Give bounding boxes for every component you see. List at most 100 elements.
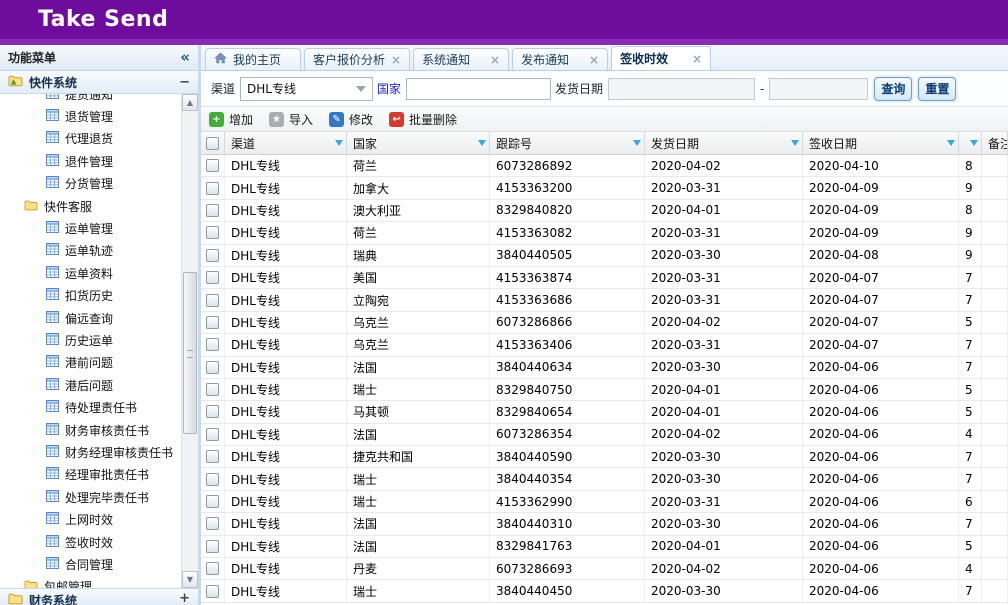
sidebar-item[interactable]: 退货管理: [0, 105, 181, 127]
table-row[interactable]: DHL专线立陶宛41533636862020-03-312020-04-077: [201, 289, 1008, 311]
table-row[interactable]: DHL专线法国60732863542020-04-022020-04-064: [201, 424, 1008, 446]
sidebar-item[interactable]: 提货通知: [0, 94, 181, 105]
channel-select[interactable]: DHL专线: [240, 77, 373, 101]
row-checkbox[interactable]: [206, 540, 219, 553]
row-checkbox[interactable]: [206, 495, 219, 508]
row-checkbox[interactable]: [206, 159, 219, 172]
table-row[interactable]: DHL专线荷兰60732868922020-04-022020-04-108: [201, 155, 1008, 177]
collapse-sidebar-icon[interactable]: «: [180, 50, 190, 65]
tab[interactable]: 发布通知×: [512, 48, 608, 70]
sidebar-item[interactable]: 港后问题: [0, 374, 181, 396]
column-header-tracking[interactable]: 跟踪号: [490, 132, 645, 154]
table-row[interactable]: DHL专线瑞士38404404502020-03-302020-04-067: [201, 580, 1008, 602]
sidebar-item[interactable]: 签收时效: [0, 531, 181, 553]
sidebar-item[interactable]: 扣货历史: [0, 285, 181, 307]
row-checkbox[interactable]: [206, 249, 219, 262]
sidebar-item[interactable]: 偏远查询: [0, 307, 181, 329]
column-header-select[interactable]: [201, 132, 225, 154]
row-checkbox[interactable]: [206, 204, 219, 217]
import-button[interactable]: ★导入: [269, 111, 313, 128]
table-row[interactable]: DHL专线法国38404403102020-03-302020-04-067: [201, 513, 1008, 535]
row-checkbox[interactable]: [206, 271, 219, 284]
date-to-input[interactable]: [769, 78, 868, 100]
country-input[interactable]: [406, 78, 551, 100]
scrollbar-up-button[interactable]: ▲: [182, 94, 198, 111]
table-row[interactable]: DHL专线捷克共和国38404405902020-03-302020-04-06…: [201, 446, 1008, 468]
edit-button[interactable]: ✎修改: [329, 111, 373, 128]
filter-icon[interactable]: [970, 140, 978, 146]
table-row[interactable]: DHL专线荷兰41533630822020-03-312020-04-099: [201, 222, 1008, 244]
row-checkbox[interactable]: [206, 450, 219, 463]
filter-icon[interactable]: [335, 140, 343, 146]
filter-icon[interactable]: [478, 140, 486, 146]
tab[interactable]: 我的主页: [205, 48, 301, 70]
sidebar-item[interactable]: 运单管理: [0, 217, 181, 239]
sidebar-item[interactable]: 包邮管理: [0, 576, 181, 588]
sidebar-item[interactable]: 合同管理: [0, 553, 181, 575]
table-row[interactable]: DHL专线瑞士38404403542020-03-302020-04-067: [201, 468, 1008, 490]
column-header-days[interactable]: [959, 132, 982, 154]
row-checkbox[interactable]: [206, 226, 219, 239]
table-row[interactable]: DHL专线瑞士83298407502020-04-012020-04-065: [201, 379, 1008, 401]
filter-icon[interactable]: [947, 140, 955, 146]
batch-delete-button[interactable]: ↩批量删除: [389, 111, 457, 128]
collapse-section-icon[interactable]: −: [179, 76, 190, 89]
tab[interactable]: 系统通知×: [413, 48, 509, 70]
table-row[interactable]: DHL专线美国41533638742020-03-312020-04-077: [201, 267, 1008, 289]
sidebar-item[interactable]: 快件客服: [0, 195, 181, 217]
sidebar-item[interactable]: 历史运单: [0, 329, 181, 351]
row-checkbox[interactable]: [206, 338, 219, 351]
column-header-remark[interactable]: 备注: [982, 132, 1008, 154]
row-checkbox[interactable]: [206, 473, 219, 486]
sidebar-item[interactable]: 退件管理: [0, 150, 181, 172]
table-row[interactable]: DHL专线瑞典38404405052020-03-302020-04-089: [201, 245, 1008, 267]
scrollbar-down-button[interactable]: ▼: [182, 571, 198, 588]
reset-button[interactable]: 重置: [918, 77, 956, 101]
sidebar-section-express-system[interactable]: 快件系统 −: [0, 71, 198, 94]
row-checkbox[interactable]: [206, 383, 219, 396]
row-checkbox[interactable]: [206, 405, 219, 418]
column-header-channel[interactable]: 渠道: [225, 132, 347, 154]
table-row[interactable]: DHL专线丹麦60732866932020-04-022020-04-064: [201, 558, 1008, 580]
sidebar-item[interactable]: 经理审批责任书: [0, 464, 181, 486]
column-header-ship_date[interactable]: 发货日期: [645, 132, 803, 154]
row-checkbox[interactable]: [206, 182, 219, 195]
tab[interactable]: 签收时效×: [611, 46, 711, 70]
table-row[interactable]: DHL专线法国38404406342020-03-302020-04-067: [201, 357, 1008, 379]
column-header-country[interactable]: 国家: [347, 132, 490, 154]
table-row[interactable]: DHL专线瑞士41533629902020-03-312020-04-066: [201, 491, 1008, 513]
select-all-checkbox[interactable]: [206, 137, 219, 150]
tab-close-icon[interactable]: ×: [692, 53, 702, 65]
filter-icon[interactable]: [633, 140, 641, 146]
row-checkbox[interactable]: [206, 585, 219, 598]
table-row[interactable]: DHL专线乌克兰60732868662020-04-022020-04-075: [201, 312, 1008, 334]
tab-close-icon[interactable]: ×: [589, 54, 599, 66]
sidebar-item[interactable]: 分货管理: [0, 173, 181, 195]
expand-section-icon[interactable]: +: [179, 592, 190, 605]
row-checkbox[interactable]: [206, 361, 219, 374]
sidebar-item[interactable]: 港前问题: [0, 352, 181, 374]
search-button[interactable]: 查询: [874, 77, 912, 101]
filter-icon[interactable]: [791, 140, 799, 146]
sidebar-item[interactable]: 待处理责任书: [0, 396, 181, 418]
row-checkbox[interactable]: [206, 316, 219, 329]
tab[interactable]: 客户报价分析×: [304, 48, 410, 70]
table-row[interactable]: DHL专线法国83298417632020-04-012020-04-065: [201, 536, 1008, 558]
row-checkbox[interactable]: [206, 517, 219, 530]
sidebar-item[interactable]: 财务审核责任书: [0, 419, 181, 441]
table-row[interactable]: DHL专线马其顿83298406542020-04-012020-04-065: [201, 401, 1008, 423]
tab-close-icon[interactable]: ×: [391, 54, 401, 66]
sidebar-item[interactable]: 处理完毕责任书: [0, 486, 181, 508]
sidebar-item[interactable]: 代理退货: [0, 128, 181, 150]
row-checkbox[interactable]: [206, 428, 219, 441]
table-row[interactable]: DHL专线乌克兰41533634062020-03-312020-04-077: [201, 334, 1008, 356]
row-checkbox[interactable]: [206, 294, 219, 307]
sidebar-item[interactable]: 运单资料: [0, 262, 181, 284]
scrollbar-thumb[interactable]: [183, 272, 197, 434]
sidebar-item[interactable]: 财务经理审核责任书: [0, 441, 181, 463]
table-row[interactable]: DHL专线澳大利亚83298408202020-04-012020-04-098: [201, 200, 1008, 222]
sidebar-section-finance-system[interactable]: 财务系统 +: [0, 588, 198, 605]
sidebar-scrollbar[interactable]: ▲ ▼: [181, 94, 198, 588]
sidebar-item[interactable]: 上网时效: [0, 508, 181, 530]
column-header-sign_date[interactable]: 签收日期: [803, 132, 959, 154]
